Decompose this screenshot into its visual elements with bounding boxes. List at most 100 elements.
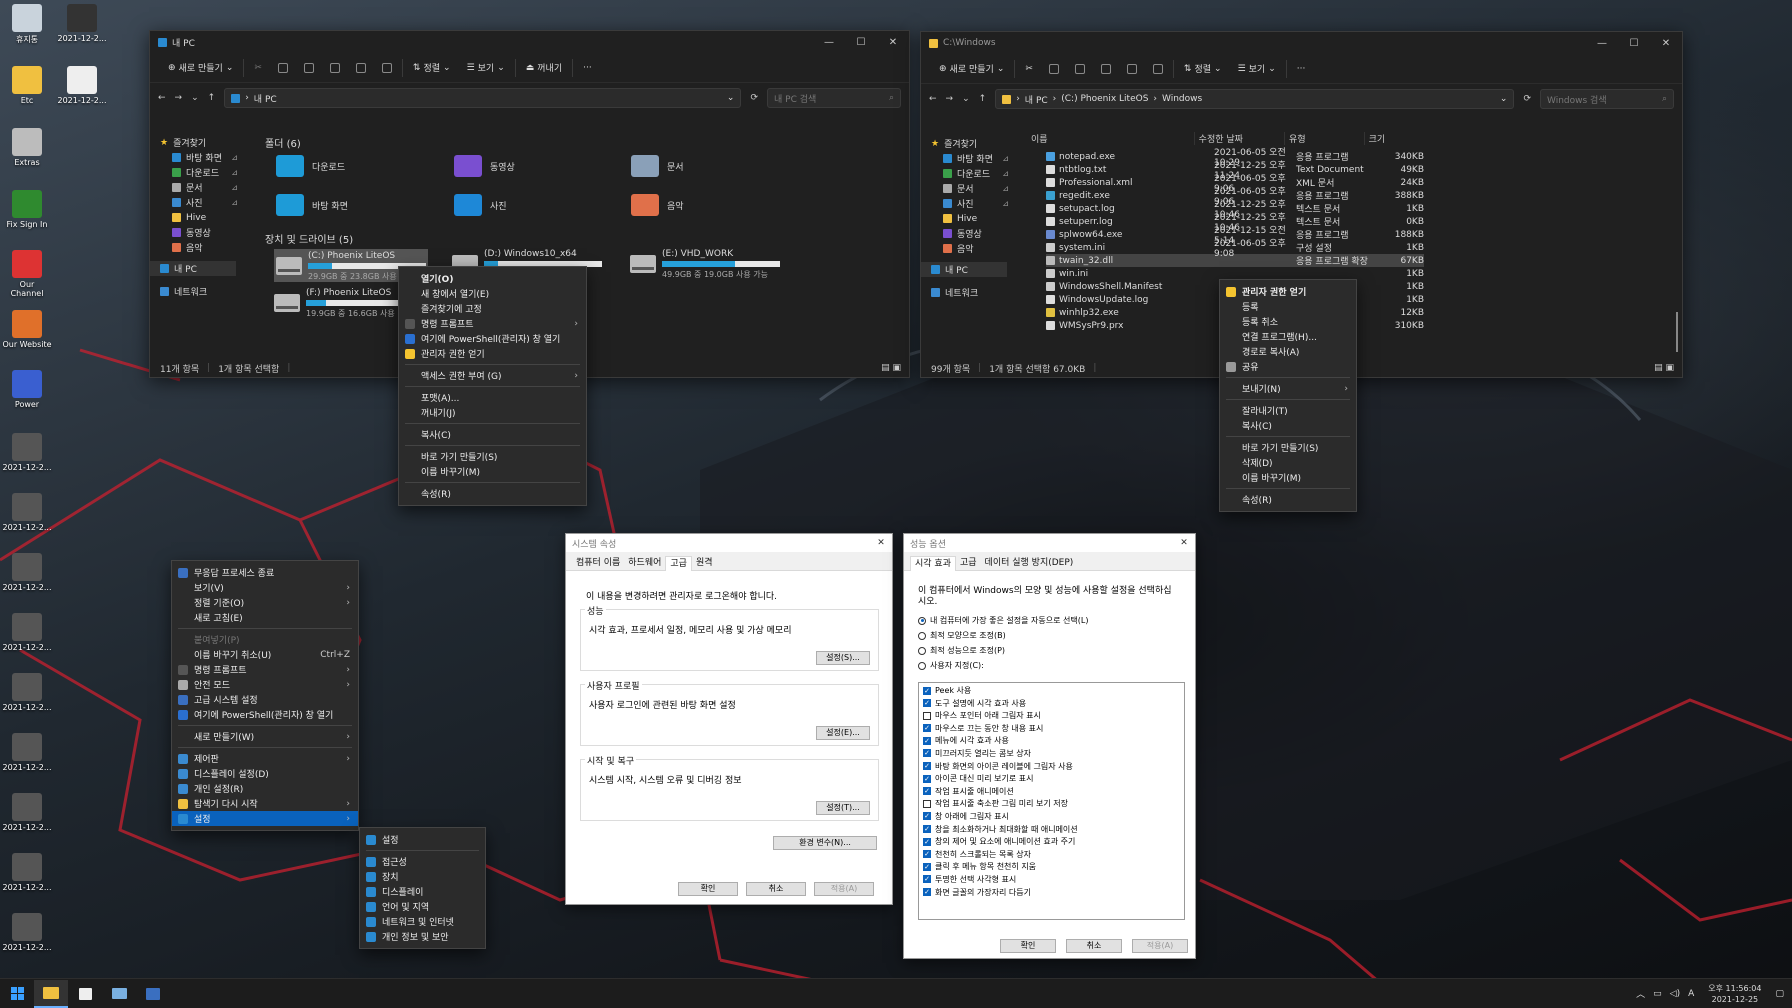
effect-checkbox-row[interactable]: ✓ 천천히 스크롤되는 목록 상자 [923, 849, 1180, 860]
folder-tile[interactable]: 사진 [454, 194, 507, 216]
effect-checkbox-row[interactable]: ✓ 투명한 선택 사각형 표시 [923, 874, 1180, 885]
new-button[interactable]: ⊕ 새로 만들기 ⌄ [931, 57, 1012, 81]
menu-item[interactable]: 제어판 › [172, 751, 358, 766]
menu-item[interactable]: 보내기(N) › [1220, 381, 1356, 396]
folders-header[interactable]: 폴더 (6) [265, 135, 301, 150]
network-icon[interactable]: ▭ [1653, 989, 1662, 999]
menu-item[interactable]: 바로 가기 만들기(S) [1220, 440, 1356, 455]
eject-button[interactable]: ⏏ 꺼내기 [518, 56, 570, 80]
menu-item[interactable]: 디스플레이 설정(D) [172, 766, 358, 781]
nav-this-pc[interactable]: 내 PC [921, 262, 1007, 277]
startup-settings-button[interactable]: 설정(T)... [816, 801, 870, 815]
checkbox[interactable]: ✓ [923, 736, 931, 745]
effect-checkbox-row[interactable]: 마우스 포인터 아래 그림자 표시 [923, 710, 1180, 721]
checkbox[interactable]: ✓ [923, 825, 931, 834]
close-button[interactable]: ✕ [877, 37, 909, 48]
radio-option[interactable]: 사용자 지정(C): [918, 659, 1088, 672]
title-bar[interactable]: C:\Windows — ☐ ✕ [921, 32, 1682, 54]
desktop-icon[interactable]: 2021-12-2... [2, 613, 52, 652]
drives-header[interactable]: 장치 및 드라이브 (5) [265, 231, 353, 246]
menu-item[interactable]: 접근성 [360, 854, 485, 869]
checkbox[interactable]: ✓ [923, 699, 931, 708]
paste-button[interactable] [1067, 57, 1093, 81]
scrollbar[interactable] [1676, 312, 1678, 352]
nav-item[interactable]: 바탕 화면 ⊿ [150, 150, 244, 165]
menu-item[interactable]: 삭제(D) [1220, 455, 1356, 470]
start-button[interactable] [0, 980, 34, 1008]
radio-button[interactable] [918, 616, 926, 625]
menu-item[interactable]: 꺼내기(J) [399, 405, 586, 420]
menu-item[interactable]: 잘라내기(T) [1220, 403, 1356, 418]
menu-item[interactable]: 여기에 PowerShell(관리자) 창 열기 [399, 331, 586, 346]
back-arrow-icon[interactable]: ← [158, 93, 166, 103]
nav-network[interactable]: 네트워크 [921, 285, 1015, 300]
effect-checkbox-row[interactable]: ✓ 작업 표시줄 애니메이션 [923, 786, 1180, 797]
taskbar-performance[interactable] [136, 980, 170, 1008]
checkbox[interactable]: ✓ [923, 774, 931, 783]
tab-remote[interactable]: 원격 [692, 556, 717, 571]
menu-item[interactable]: 속성(R) [1220, 492, 1356, 507]
folder-tile[interactable]: 동영상 [454, 155, 515, 177]
col-size[interactable]: 크기 [1365, 132, 1401, 145]
menu-item[interactable]: 디스플레이 [360, 884, 485, 899]
radio-button[interactable] [918, 631, 926, 640]
desktop-icon[interactable]: 휴지통 [2, 4, 52, 45]
chevron-down-icon[interactable]: ⌄ [191, 93, 199, 103]
menu-item[interactable]: 설정 [360, 832, 485, 847]
paste-button[interactable] [296, 56, 322, 80]
cut-button[interactable]: ✂ [246, 56, 270, 80]
folder-tile[interactable]: 음악 [631, 194, 684, 216]
minimize-button[interactable]: — [813, 37, 845, 48]
effect-checkbox-row[interactable]: ✓ 클릭 후 메뉴 항목 천천히 지움 [923, 861, 1180, 872]
checkbox[interactable]: ✓ [923, 787, 931, 796]
desktop-icon[interactable]: 2021-12-2... [2, 553, 52, 592]
effect-checkbox-row[interactable]: ✓ 도구 설명에 시각 효과 사용 [923, 698, 1180, 709]
desktop-icon[interactable]: 2021-12-2... [2, 733, 52, 772]
menu-item[interactable]: 이름 바꾸기(M) [399, 464, 586, 479]
folder-tile[interactable]: 바탕 화면 [276, 194, 348, 216]
share-button[interactable] [1119, 57, 1145, 81]
checkbox[interactable]: ✓ [923, 850, 931, 859]
apply-button[interactable]: 적용(A) [1132, 939, 1188, 953]
menu-item[interactable]: 즐겨찾기에 고정 [399, 301, 586, 316]
nav-item[interactable]: Hive [150, 210, 244, 225]
menu-item[interactable]: 개인 정보 및 보안 [360, 929, 485, 944]
radio-option[interactable]: 최적 성능으로 조정(P) [918, 644, 1088, 657]
dialog-title-bar[interactable]: 시스템 속성 ✕ [566, 534, 892, 552]
menu-item[interactable]: 고급 시스템 설정 [172, 692, 358, 707]
tab-visual-effects[interactable]: 시각 효과 [910, 556, 956, 571]
sort-button[interactable]: ⇅ 정렬 ⌄ [1176, 57, 1230, 81]
checkbox[interactable] [923, 799, 931, 808]
effect-checkbox-row[interactable]: ✓ 바탕 화면의 아이콘 레이블에 그림자 사용 [923, 761, 1180, 772]
env-variables-button[interactable]: 환경 변수(N)... [773, 836, 877, 850]
menu-item[interactable]: 이름 바꾸기(M) [1220, 470, 1356, 485]
menu-item[interactable]: 네트워크 및 인터넷 [360, 914, 485, 929]
crumb-drive[interactable]: (C:) Phoenix LiteOS [1061, 94, 1148, 104]
checkbox[interactable]: ✓ [923, 875, 931, 884]
menu-item[interactable]: 관리자 권한 얻기 [399, 346, 586, 361]
profile-settings-button[interactable]: 설정(E)... [816, 726, 870, 740]
nav-item[interactable]: 문서 ⊿ [150, 180, 244, 195]
desktop-icon[interactable]: 2021-12-2... [2, 673, 52, 712]
menu-item[interactable]: 바로 가기 만들기(S) [399, 449, 586, 464]
nav-quick-access[interactable]: ★ 즐겨찾기 [150, 135, 244, 150]
notification-icon[interactable]: ▢ [1775, 989, 1784, 999]
radio-button[interactable] [918, 661, 926, 670]
effect-checkbox-row[interactable]: ✓ 미끄러지듯 열리는 콤보 상자 [923, 748, 1180, 759]
tab-advanced[interactable]: 고급 [665, 556, 692, 571]
share-button[interactable] [348, 56, 374, 80]
desktop-icon[interactable]: Power [2, 370, 52, 409]
desktop-icon[interactable]: 2021-12-2... [2, 913, 52, 952]
maximize-button[interactable]: ☐ [1618, 38, 1650, 49]
menu-item[interactable]: 복사(C) [399, 427, 586, 442]
ime-indicator[interactable]: A [1688, 989, 1694, 999]
crumb-windows[interactable]: Windows [1162, 94, 1202, 104]
desktop-icon[interactable]: 2021-12-2... [2, 793, 52, 832]
menu-item[interactable]: 새 창에서 열기(E) [399, 286, 586, 301]
checkbox[interactable] [923, 711, 931, 720]
nav-item[interactable]: 사진 ⊿ [150, 195, 244, 210]
more-button[interactable]: ··· [575, 56, 600, 80]
menu-item[interactable]: 등록 [1220, 299, 1356, 314]
rename-button[interactable] [1093, 57, 1119, 81]
nav-item[interactable]: 다운로드 ⊿ [150, 165, 244, 180]
